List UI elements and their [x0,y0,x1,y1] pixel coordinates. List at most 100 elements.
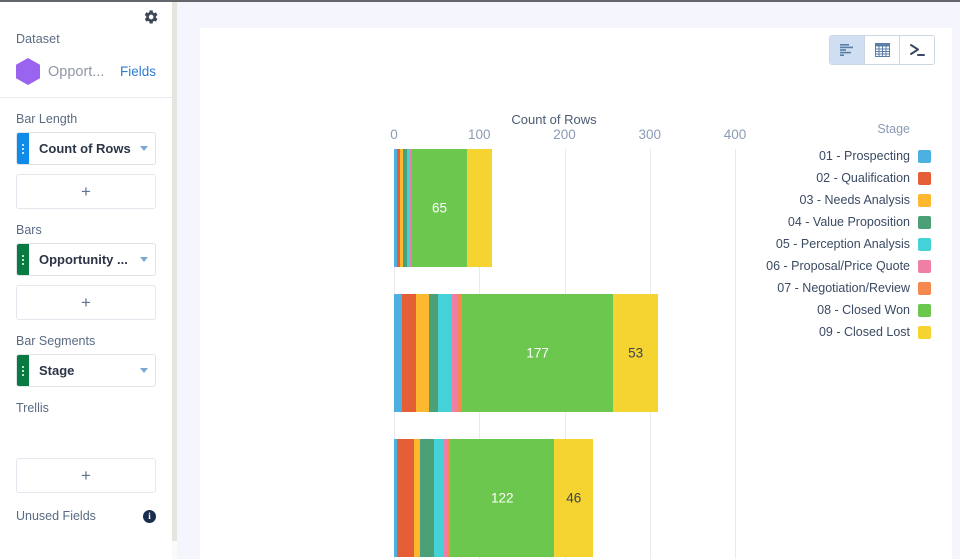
legend-color-swatch [918,325,931,339]
bar-chart-icon [839,43,853,56]
x-axis-tick-label: 400 [723,127,747,142]
legend-color-swatch [918,281,931,295]
legend-color-swatch [918,149,931,163]
legend-item-label: 09 - Closed Lost [818,325,910,339]
shelf-label-bar-length: Bar Length [16,112,78,126]
legend-color-swatch [918,303,931,317]
drag-grip-icon[interactable] [17,244,29,275]
legend-item-label: 06 - Proposal/Price Quote [766,259,910,273]
legend-item[interactable]: 04 - Value Proposition [771,211,931,233]
legend-color-swatch [918,237,931,251]
legend-item-label: 02 - Qualification [816,171,910,185]
legend-item[interactable]: 09 - Closed Lost [771,321,931,343]
unused-fields-label: Unused Fields [16,509,96,523]
gridline [735,149,736,559]
x-axis-tick-label: 100 [467,127,491,142]
bar-segment-value-label: 46 [566,490,582,506]
legend-item[interactable]: 03 - Needs Analysis [771,189,931,211]
legend-item[interactable]: 07 - Negotiation/Review [771,277,931,299]
dataset-name[interactable]: Opport... [48,64,112,80]
dataset-hexagon-icon [16,58,40,85]
bar-segment-value-label: 53 [628,345,644,361]
bar-segment[interactable] [434,439,443,557]
shelf-field-label: Stage [39,363,75,378]
bar-segment[interactable] [467,149,492,267]
bar-segment[interactable]: 177 [462,294,614,412]
shelf-field-label: Count of Rows [39,141,131,156]
bar-stack[interactable]: Existing Business65 [394,149,492,267]
legend-item-label: 03 - Needs Analysis [799,193,910,207]
bar-segment-value-label: 177 [526,345,549,361]
shelf-field-bar-length[interactable]: Count of Rows [16,132,156,165]
bar-segment[interactable] [416,294,429,412]
bar-stack[interactable]: New Business17753 [394,294,659,412]
shelves: Bar Length Count of Rows + Bars Opportun… [0,112,172,523]
bar-segment[interactable]: 122 [450,439,555,557]
legend-title: Stage [877,122,910,136]
legend-item-label: 04 - Value Proposition [787,215,910,229]
bar-segment[interactable] [438,294,452,412]
chevron-down-icon[interactable] [133,257,155,262]
shelf-field-bars[interactable]: Opportunity ... [16,243,156,276]
analytics-lens-explorer: Dataset Opport... Fields Bar Length Coun… [0,0,960,559]
legend-item[interactable]: 08 - Closed Won [771,299,931,321]
x-axis-tick-label: 300 [638,127,662,142]
bar-segment[interactable] [420,439,435,557]
legend-items: 01 - Prospecting 02 - Qualification 03 - N… [766,145,931,343]
legend-color-swatch [918,171,931,185]
bar-segment[interactable] [428,294,439,412]
legend-item[interactable]: 06 - Proposal/Price Quote [766,255,931,277]
bar-segment[interactable]: 65 [411,149,468,267]
bar-segment[interactable] [401,294,417,412]
add-bars-button[interactable]: + [16,285,156,320]
query-console-button[interactable] [900,36,934,64]
legend-item-label: 08 - Closed Won [817,303,910,317]
plot-area: 0100200300400Existing Business65New Busi… [390,127,746,559]
x-axis-tick-label: 0 [390,127,398,142]
bar-stack[interactable]: New Business / Add-on12246 [394,439,594,557]
unused-fields-row[interactable]: Unused Fields i [16,509,156,523]
add-trellis-button[interactable]: + [16,458,156,493]
bar-segment[interactable] [397,439,414,557]
terminal-prompt-icon [909,44,925,56]
legend-item-label: 07 - Negotiation/Review [777,281,910,295]
sidebar: Dataset Opport... Fields Bar Length Coun… [0,2,172,559]
info-icon[interactable]: i [143,509,156,523]
shelf-label-bars: Bars [16,223,42,237]
chevron-down-icon[interactable] [133,368,155,373]
shelf-label-bar-segments: Bar Segments [16,334,96,348]
legend-color-swatch [918,193,931,207]
bar-segment[interactable] [394,294,402,412]
legend: Stage 01 - Prospecting 02 - Qualification… [766,122,931,343]
dataset-row: Opport... Fields [16,58,156,85]
chevron-down-icon[interactable] [133,146,155,151]
trellis-empty-area [16,421,156,449]
bar-segment[interactable]: 46 [554,439,594,557]
legend-item-label: 05 - Perception Analysis [775,237,910,251]
legend-item[interactable]: 02 - Qualification [771,167,931,189]
shelf-field-label: Opportunity ... [39,252,128,267]
sidebar-header [0,2,172,32]
dataset-fields-link[interactable]: Fields [120,64,156,79]
bar-segment-value-label: 122 [490,490,514,506]
legend-color-swatch [918,215,931,229]
table-view-button[interactable] [865,36,900,64]
shelf-label-trellis: Trellis [16,401,49,415]
drag-grip-icon[interactable] [17,355,29,386]
gear-icon[interactable] [143,9,159,25]
bar-segment[interactable] [413,439,421,557]
bar-segment-value-label: 65 [432,200,448,216]
legend-item[interactable]: 01 - Prospecting [771,145,931,167]
content-area: Count of Rows Opportunity Type 010020030… [177,2,960,559]
legend-color-swatch [918,259,931,273]
shelf-field-bar-segments[interactable]: Stage [16,354,156,387]
drag-grip-icon[interactable] [17,133,29,164]
dataset-section: Dataset Opport... Fields [0,32,172,98]
x-axis-tick-label: 200 [553,127,576,142]
legend-item[interactable]: 05 - Perception Analysis [771,233,931,255]
add-bar-length-button[interactable]: + [16,174,156,209]
chart-view-button[interactable] [830,36,865,64]
view-mode-toolbar [829,35,935,65]
table-grid-icon [874,43,890,57]
bar-segment[interactable]: 53 [613,294,659,412]
